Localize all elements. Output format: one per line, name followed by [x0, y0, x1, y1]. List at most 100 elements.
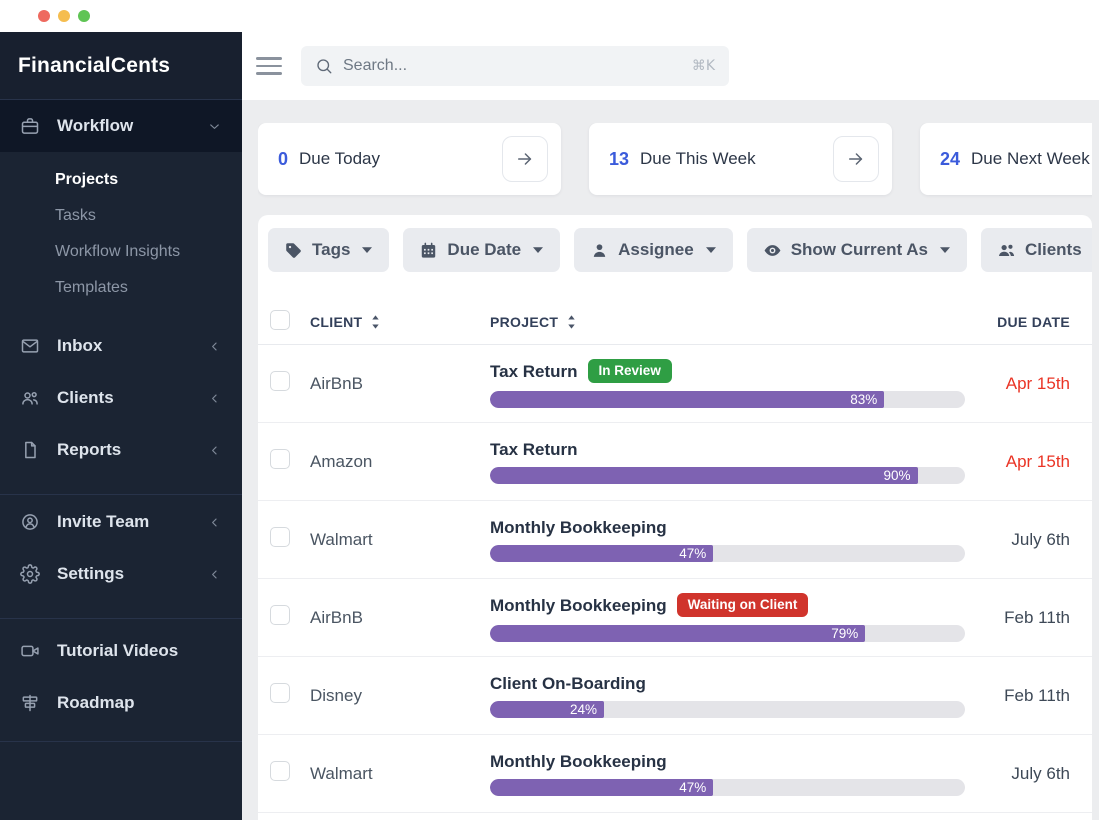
progress-label: 90% [883, 467, 911, 483]
sidebar-subitem-projects[interactable]: Projects [0, 162, 242, 198]
keyboard-shortcut: ⌘K [691, 58, 715, 74]
select-all-checkbox[interactable] [270, 309, 290, 330]
row-checkbox[interactable] [270, 527, 290, 547]
app-logo: FinancialCents [0, 32, 242, 100]
signpost-icon [20, 693, 40, 713]
status-badge: Waiting on Client [676, 592, 809, 617]
due-date: July 6th [1011, 763, 1070, 783]
chevron-down-icon [207, 119, 222, 134]
users-filled-icon [997, 241, 1016, 260]
column-header-due-date[interactable]: DUE DATE [965, 314, 1092, 330]
progress-bar: 47% [490, 778, 965, 796]
sidebar-item-reports[interactable]: Reports [0, 424, 242, 476]
sidebar-item-inbox[interactable]: Inbox [0, 320, 242, 372]
window-titlebar [0, 0, 1099, 32]
sidebar-item-clients[interactable]: Clients [0, 372, 242, 424]
filter-label: Show Current As [790, 240, 928, 259]
close-window-icon[interactable] [38, 10, 50, 22]
card-label: Due This Week [640, 149, 756, 168]
summary-card-due-next-week[interactable]: 24 Due Next Week [920, 123, 1092, 195]
client-name: Walmart [310, 529, 373, 549]
filter-bar: Tags Due Date Assignee Show Current As Clien… [268, 228, 1092, 272]
chevron-left-icon [207, 391, 222, 406]
arrow-right-icon [515, 149, 535, 169]
filter-button-show-current-as[interactable]: Show Current As [746, 228, 967, 272]
card-count: 24 [940, 148, 961, 169]
filter-button-clients[interactable]: Clients [980, 228, 1092, 272]
sidebar-item-settings[interactable]: Settings [0, 548, 242, 600]
column-header-client[interactable]: CLIENT [302, 314, 482, 330]
topbar: ⌘K [242, 32, 1099, 100]
briefcase-icon [20, 116, 40, 136]
maximize-window-icon[interactable] [78, 10, 90, 22]
table-body: AirBnB Tax Return In Review 83% Apr 15th Amaz… [258, 345, 1092, 813]
table-row: Disney Client On-Boarding 24% Feb 11th [258, 657, 1092, 735]
project-title[interactable]: Monthly Bookkeeping [490, 518, 667, 538]
progress-bar: 79% [490, 624, 965, 642]
project-title[interactable]: Tax Return [490, 440, 578, 460]
sort-icon [370, 314, 381, 330]
row-checkbox[interactable] [270, 371, 290, 391]
chevron-left-icon [207, 567, 222, 582]
sidebar-item-roadmap[interactable]: Roadmap [0, 677, 242, 729]
client-name: Disney [310, 685, 362, 705]
sidebar-item-label: Tutorial Videos [57, 641, 179, 660]
users-icon [20, 388, 40, 408]
sidebar-item-tutorial-videos[interactable]: Tutorial Videos [0, 625, 242, 677]
sidebar: FinancialCents Workflow Projects Tasks Wor… [0, 32, 242, 820]
chevron-left-icon [207, 515, 222, 530]
document-icon [20, 440, 40, 460]
sidebar-item-label: Workflow [57, 116, 134, 135]
arrow-right-button[interactable] [833, 136, 879, 182]
minimize-window-icon[interactable] [58, 10, 70, 22]
main-area: ⌘K 0 Due Today 13 Due This Week 24 Due Next W… [242, 32, 1099, 820]
summary-card-due-this-week[interactable]: 13 Due This Week [589, 123, 892, 195]
filter-button-due-date[interactable]: Due Date [403, 228, 561, 272]
caret-down-icon [939, 246, 951, 254]
filter-button-tags[interactable]: Tags [268, 228, 390, 272]
row-checkbox[interactable] [270, 449, 290, 469]
caret-down-icon [361, 246, 373, 254]
table-row: Walmart Monthly Bookkeeping 47% July 6th [258, 501, 1092, 579]
progress-bar: 83% [490, 390, 965, 408]
row-checkbox[interactable] [270, 605, 290, 625]
project-title[interactable]: Monthly Bookkeeping [490, 752, 667, 772]
person-icon [20, 512, 40, 532]
project-title[interactable]: Tax Return [490, 362, 578, 382]
row-checkbox[interactable] [270, 683, 290, 703]
sidebar-divider [0, 741, 242, 742]
search-input[interactable] [343, 57, 682, 75]
filter-label: Tags [312, 240, 351, 259]
filter-button-assignee[interactable]: Assignee [574, 228, 733, 272]
summary-cards: 0 Due Today 13 Due This Week 24 Due Next Week [258, 123, 1092, 195]
card-label: Due Next Week [971, 149, 1090, 168]
sidebar-subitem-tasks[interactable]: Tasks [0, 198, 242, 234]
due-date: Apr 15th [1005, 451, 1070, 471]
sidebar-subitem-templates[interactable]: Templates [0, 270, 242, 306]
arrow-right-button[interactable] [502, 136, 548, 182]
sidebar-item-label: Settings [57, 564, 125, 583]
sidebar-divider [0, 618, 242, 619]
sidebar-item-invite-team[interactable]: Invite Team [0, 496, 242, 548]
table-row: AirBnB Monthly Bookkeeping Waiting on Clie… [258, 579, 1092, 657]
project-title[interactable]: Monthly Bookkeeping [490, 596, 667, 616]
due-date: Apr 15th [1005, 373, 1070, 393]
projects-panel: Tags Due Date Assignee Show Current As Clien… [258, 215, 1092, 820]
summary-card-due-today[interactable]: 0 Due Today [258, 123, 561, 195]
table-row: Amazon Tax Return 90% Apr 15th [258, 423, 1092, 501]
column-header-project[interactable]: PROJECT [482, 314, 965, 330]
sidebar-item-label: Invite Team [57, 512, 150, 531]
menu-icon[interactable] [256, 57, 282, 75]
sidebar-subitem-workflow-insights[interactable]: Workflow Insights [0, 234, 242, 270]
filter-label: Assignee [618, 240, 694, 259]
sidebar-nav-secondary: Invite Team Settings [0, 496, 242, 600]
table-header: CLIENT PROJECT DUE DATE [258, 300, 1092, 345]
progress-label: 79% [831, 625, 859, 641]
project-title[interactable]: Client On-Boarding [490, 674, 646, 694]
sidebar-item-workflow[interactable]: Workflow [0, 100, 242, 152]
row-checkbox[interactable] [270, 761, 290, 781]
sidebar-item-label: Clients [57, 388, 114, 407]
search-icon [315, 57, 333, 75]
sidebar-nav-main: Inbox Clients Reports [0, 320, 242, 476]
eye-icon [763, 241, 782, 260]
